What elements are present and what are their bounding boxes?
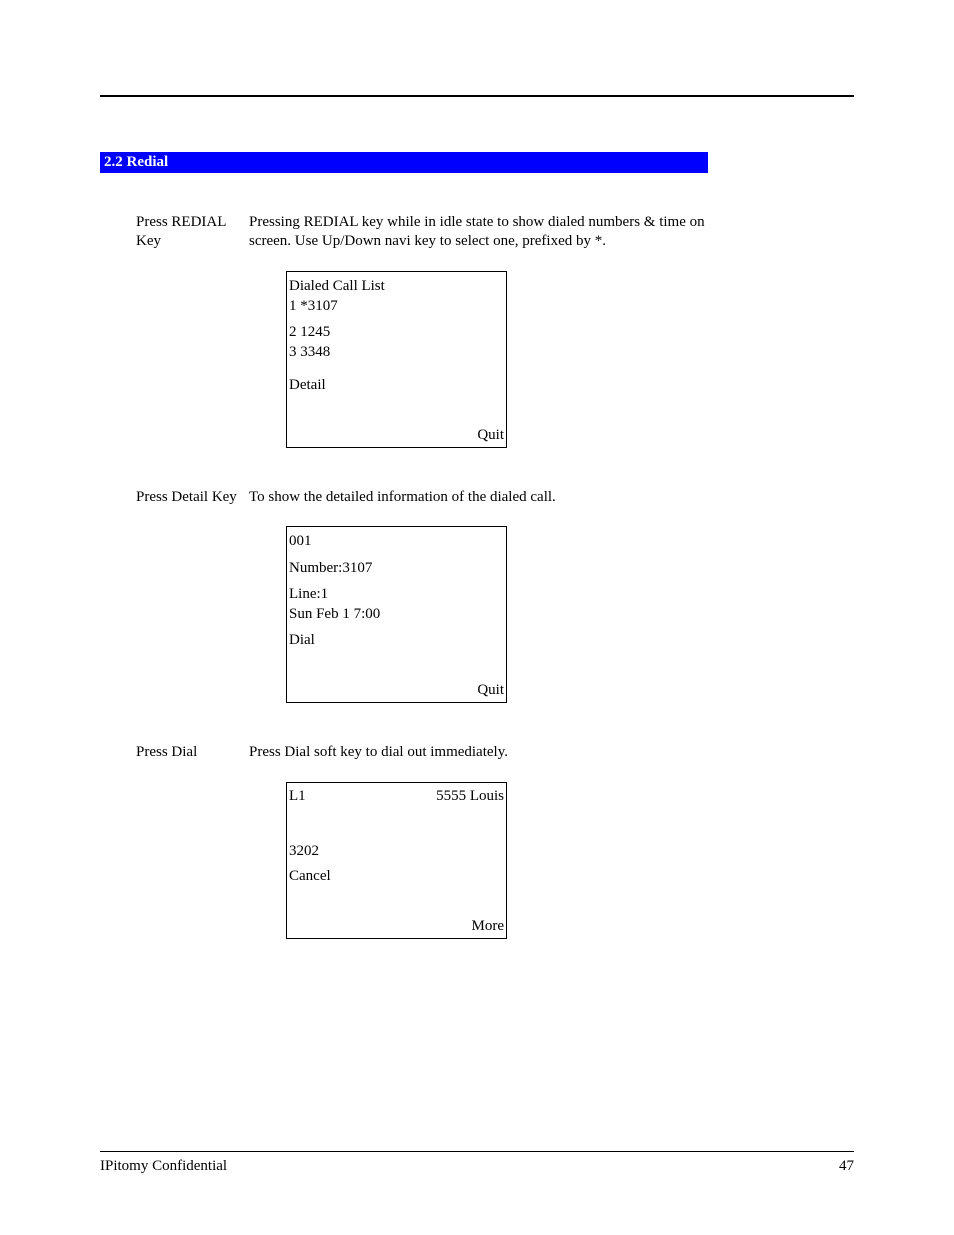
- step3-label: Press Dial: [100, 743, 249, 762]
- lcd2-row4: Sun Feb 1 7:00: [289, 604, 504, 624]
- lcd2-row1: 001: [289, 531, 504, 551]
- step2-desc: To show the detailed information of the …: [249, 488, 709, 507]
- lcd1-row1: 1 *3107: [289, 296, 504, 316]
- top-rule: [100, 95, 854, 97]
- lcd1-title: Dialed Call List: [289, 276, 504, 296]
- step-row-2: Press Detail Key To show the detailed in…: [100, 488, 854, 507]
- step2-label: Press Detail Key: [100, 488, 249, 507]
- lcd3-number: 3202: [289, 841, 504, 861]
- lcd1-detail-softkey[interactable]: Detail: [289, 377, 326, 394]
- footer-page-number: 47: [839, 1158, 854, 1175]
- lcd2-dial-softkey[interactable]: Dial: [289, 632, 315, 649]
- lcd1-quit-softkey[interactable]: Quit: [477, 427, 504, 444]
- step-row-1: Press REDIAL Key Pressing REDIAL key whi…: [100, 213, 854, 251]
- lcd2-row2: Number:3107: [289, 558, 504, 578]
- step1-label: Press REDIAL Key: [100, 213, 249, 251]
- footer-left: IPitomy Confidential: [100, 1158, 227, 1175]
- lcd2-row3: Line:1: [289, 584, 504, 604]
- step3-desc: Press Dial soft key to dial out immediat…: [249, 743, 709, 762]
- lcd-screen-2: 001 Number:3107 Line:1 Sun Feb 1 7:00 Di…: [286, 526, 507, 703]
- lcd3-more-softkey[interactable]: More: [472, 918, 505, 935]
- page-footer: IPitomy Confidential 47: [100, 1151, 854, 1175]
- section-header: 2.2 Redial: [100, 152, 708, 173]
- lcd-screen-3: L1 5555 Louis 3202 Cancel More: [286, 782, 507, 939]
- lcd2-quit-softkey[interactable]: Quit: [477, 682, 504, 699]
- lcd3-caller-id: 5555 Louis: [436, 786, 504, 806]
- lcd1-row2: 2 1245: [289, 322, 504, 342]
- lcd3-line-indicator: L1: [289, 786, 306, 806]
- lcd1-row3: 3 3348: [289, 342, 504, 362]
- lcd3-cancel-softkey[interactable]: Cancel: [289, 868, 331, 885]
- step1-desc: Pressing REDIAL key while in idle state …: [249, 213, 709, 251]
- lcd-screen-1: Dialed Call List 1 *3107 2 1245 3 3348 D…: [286, 271, 507, 448]
- step-row-3: Press Dial Press Dial soft key to dial o…: [100, 743, 854, 762]
